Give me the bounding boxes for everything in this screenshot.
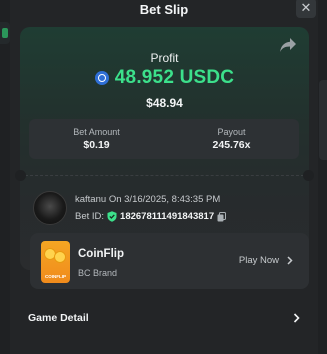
game-detail-label: Game Detail xyxy=(28,312,89,324)
bet-datetime: 3/16/2025, 8:43:35 PM xyxy=(124,194,221,205)
profit-value: 48.952 USDC xyxy=(114,67,235,88)
copy-icon[interactable] xyxy=(217,211,227,222)
modal-header: Bet Slip ✕ xyxy=(10,0,318,22)
bettor-info: kaftanu On 3/16/2025, 8:43:35 PM Bet ID:… xyxy=(33,191,227,225)
shield-check-icon xyxy=(107,211,117,222)
payout-label: Payout xyxy=(217,127,246,137)
coinflip-thumbnail: COINFLIP xyxy=(41,241,70,283)
close-icon: ✕ xyxy=(300,0,312,15)
play-now-button[interactable]: Play Now xyxy=(239,255,293,266)
ticket-notch-left xyxy=(15,170,26,181)
profit-fiat-value: $48.94 xyxy=(146,96,183,110)
game-name: CoinFlip xyxy=(78,248,124,260)
background-panel-edge xyxy=(0,22,10,44)
payout-value: 245.76x xyxy=(212,139,251,151)
usdc-icon xyxy=(94,71,109,85)
close-button[interactable]: ✕ xyxy=(296,0,316,18)
bet-slip-modal: Bet Slip ✕ Profit 48.952 USDC $48.94 Bet… xyxy=(10,0,318,354)
game-card[interactable]: COINFLIP CoinFlip BC Brand Play Now xyxy=(30,233,309,289)
background-scrollbar[interactable] xyxy=(319,80,327,160)
bet-id-value: 182678111491843817 xyxy=(120,211,215,222)
play-now-label: Play Now xyxy=(238,255,279,266)
bettor-on-text: On xyxy=(108,194,122,205)
ticket-notch-right xyxy=(303,170,314,181)
bet-stats: Bet Amount $0.19 Payout 245.76x xyxy=(29,119,299,159)
coin-icon xyxy=(54,251,66,263)
game-brand: BC Brand xyxy=(78,268,118,278)
game-detail-row[interactable]: Game Detail xyxy=(20,303,308,333)
bet-amount-label: Bet Amount xyxy=(73,127,120,137)
bettor-line: kaftanu On 3/16/2025, 8:43:35 PM xyxy=(75,194,226,205)
chevron-right-icon xyxy=(293,313,300,323)
chevron-right-icon xyxy=(287,256,293,265)
payout-stat: Payout 245.76x xyxy=(164,119,299,159)
profit-amount-row: 48.952 USDC xyxy=(20,67,309,89)
bettor-name[interactable]: kaftanu xyxy=(75,194,106,205)
bet-id-row: Bet ID: 182678111491843817 xyxy=(75,211,227,222)
thumbnail-text: COINFLIP xyxy=(45,274,66,279)
avatar[interactable] xyxy=(33,191,67,225)
ticket-divider xyxy=(20,175,309,176)
profit-label: Profit xyxy=(150,51,179,65)
bet-id-label: Bet ID: xyxy=(75,211,105,222)
bet-amount-stat: Bet Amount $0.19 xyxy=(29,119,164,159)
bet-amount-value: $0.19 xyxy=(83,139,110,151)
modal-title: Bet Slip xyxy=(139,1,189,17)
